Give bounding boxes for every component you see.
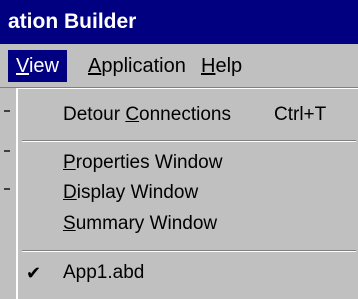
summary-window-label: Summary Window bbox=[63, 208, 217, 240]
display-rest: isplay Window bbox=[76, 182, 199, 203]
summary-rest: ummary Window bbox=[75, 213, 218, 234]
summary-mnemonic: S bbox=[63, 213, 76, 234]
menu-help-mnemonic: H bbox=[201, 55, 216, 77]
detour-prefix: Detour bbox=[63, 104, 126, 125]
detour-connections-label: Detour Connections bbox=[63, 99, 231, 131]
menu-separator bbox=[22, 250, 356, 252]
menu-application[interactable]: Application bbox=[80, 50, 194, 82]
properties-rest: roperties Window bbox=[75, 152, 223, 173]
detour-rest: onnections bbox=[139, 104, 231, 125]
detour-mnemonic: C bbox=[125, 104, 140, 125]
menu-item-summary-window[interactable]: Summary Window bbox=[18, 208, 358, 240]
window-title: ation Builder bbox=[8, 10, 137, 33]
edge-tick bbox=[4, 188, 10, 190]
background-window-edge bbox=[0, 88, 16, 299]
properties-window-label: Properties Window bbox=[63, 147, 222, 179]
menu-application-label: pplication bbox=[101, 55, 186, 77]
properties-mnemonic: P bbox=[63, 152, 76, 173]
menu-application-mnemonic: A bbox=[88, 55, 102, 77]
app1-abd-label: App1.abd bbox=[63, 262, 145, 283]
menu-separator bbox=[22, 140, 356, 142]
menu-item-detour-connections[interactable]: Detour Connections Ctrl+T bbox=[18, 99, 358, 131]
edge-tick bbox=[4, 110, 10, 112]
display-mnemonic: D bbox=[63, 182, 77, 203]
detour-connections-shortcut: Ctrl+T bbox=[274, 104, 327, 125]
title-bar: ation Builder bbox=[0, 0, 358, 44]
view-menu-dropdown: Detour Connections Ctrl+T Properties Win… bbox=[16, 88, 358, 299]
menu-bar: View Application Help bbox=[0, 44, 358, 88]
edge-tick bbox=[4, 150, 10, 152]
menu-help[interactable]: Help bbox=[193, 50, 250, 82]
menu-view-mnemonic: V bbox=[16, 55, 29, 77]
menu-item-properties-window[interactable]: Properties Window bbox=[18, 147, 358, 179]
menu-item-display-window[interactable]: Display Window bbox=[18, 177, 358, 209]
checkmark-icon: ✔ bbox=[26, 263, 42, 283]
menu-help-label: elp bbox=[215, 55, 243, 77]
menu-view[interactable]: View bbox=[8, 50, 67, 82]
menu-item-app1-abd[interactable]: ✔ App1.abd bbox=[18, 257, 358, 289]
display-window-label: Display Window bbox=[63, 177, 198, 209]
menu-view-label: iew bbox=[28, 55, 59, 77]
